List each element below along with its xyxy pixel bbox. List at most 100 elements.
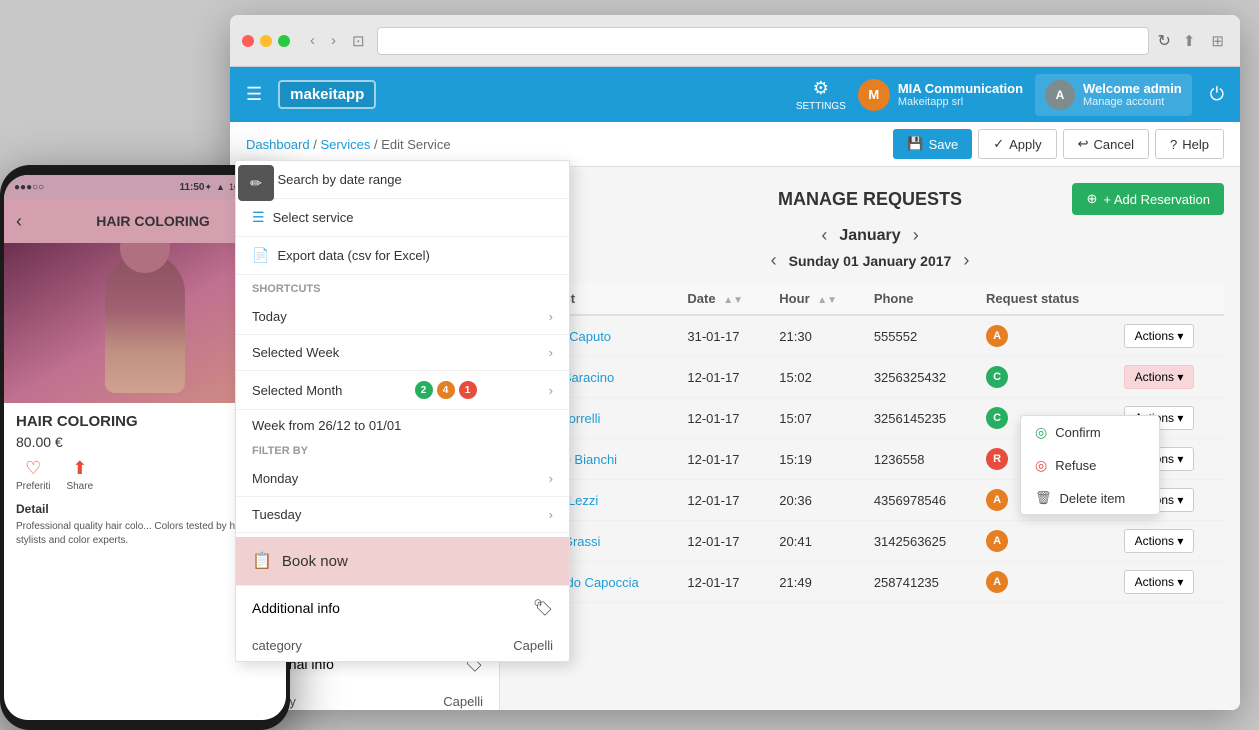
hour-cell: 20:41 [769, 521, 864, 562]
chevron-mon: › [549, 471, 553, 486]
user-account-button[interactable]: A Welcome admin Manage account [1035, 74, 1192, 116]
additional-info-panel: Additional info 🏷 [236, 585, 569, 630]
welcome-text: Welcome admin [1083, 81, 1182, 96]
add-reservation-button[interactable]: ⊕ + Add Reservation [1072, 183, 1224, 215]
settings-label: SETTINGS [796, 101, 846, 112]
actions-button-7[interactable]: Actions ▾ [1124, 570, 1195, 594]
help-button[interactable]: ? Help [1155, 129, 1224, 159]
confirm-item[interactable]: ◎ Confirm [1021, 416, 1159, 449]
mobile-tuesday[interactable]: Tuesday › [236, 497, 569, 533]
hamburger-menu[interactable]: ☰ [246, 84, 262, 105]
prev-month-button[interactable]: ‹ [821, 225, 827, 246]
mobile-today[interactable]: Today › [236, 299, 569, 335]
cancel-button[interactable]: ↩ Cancel [1063, 129, 1149, 159]
mobile-menu-export-label: Export data (csv for Excel) [277, 248, 429, 263]
refuse-item[interactable]: ◎ Refuse [1021, 449, 1159, 482]
col-hour: Hour ▲▼ [769, 283, 864, 315]
share-button[interactable]: ⬆ [1179, 28, 1200, 54]
share-label: Share [66, 481, 93, 492]
power-icon[interactable]: ⏻ [1210, 84, 1224, 105]
browser-titlebar: ‹ › ⊡ ↻ ⬆ ⊞ [230, 15, 1240, 67]
back-button[interactable]: ‹ [16, 211, 22, 232]
share-button[interactable]: ⬆ Share [66, 458, 93, 492]
date-cell: 12-01-17 [677, 562, 769, 603]
mobile-menu-export[interactable]: 📄 Export data (csv for Excel) [236, 237, 569, 275]
mobile-menu-panel: 📅 Search by date range ☰ Select service … [235, 160, 570, 662]
list-icon-m: ☰ [252, 209, 265, 226]
today-lbl: Today [252, 309, 287, 324]
hero-person-silhouette [105, 253, 185, 393]
phone-cell: 1236558 [864, 439, 976, 480]
trash-icon: 🗑 [1035, 490, 1052, 506]
category-val: Capelli [513, 638, 553, 653]
mobile-menu-search-date[interactable]: 📅 Search by date range [236, 161, 569, 199]
table-row: Paolo Saracino 12-01-17 15:02 3256325432… [516, 357, 1224, 398]
company-avatar: M [858, 79, 890, 111]
wifi-icon: ▲ [216, 182, 225, 192]
company-info: M MIA Communication Makeitapp srl [858, 79, 1023, 111]
table-row: Valerio Caputo 31-01-17 21:30 555552 A A… [516, 315, 1224, 357]
heart-icon: ♡ [25, 458, 41, 479]
next-day-button[interactable]: › [963, 250, 969, 271]
question-icon: ? [1170, 137, 1177, 152]
breadcrumb: Dashboard / Services / Edit Service [246, 137, 885, 152]
mobile-selected-month[interactable]: Selected Month 2 4 1 › [236, 371, 569, 410]
url-bar[interactable] [377, 27, 1150, 55]
book-icon-m: 📋 [252, 551, 272, 571]
status-cell: A [976, 315, 1114, 357]
actions-button-6[interactable]: Actions ▾ [1124, 529, 1195, 553]
breadcrumb-dashboard-link[interactable]: Dashboard [246, 137, 310, 152]
actions-button-2[interactable]: Actions ▾ [1124, 365, 1195, 389]
save-button[interactable]: 💾 Save [893, 129, 972, 159]
bluetooth-icon: ✦ [205, 182, 213, 193]
window-controls [242, 35, 290, 47]
confirm-label: Confirm [1055, 425, 1101, 440]
plus-icon: ⊕ [1086, 191, 1097, 207]
settings-button[interactable]: ⚙ SETTINGS [796, 78, 846, 112]
reload-button[interactable]: ↻ [1157, 31, 1170, 51]
close-button[interactable] [242, 35, 254, 47]
signal-area: ●●●○○ [14, 182, 179, 193]
col-date: Date ▲▼ [677, 283, 769, 315]
maximize-button[interactable] [278, 35, 290, 47]
table-body: Valerio Caputo 31-01-17 21:30 555552 A A… [516, 315, 1224, 603]
col-phone: Phone [864, 283, 976, 315]
mobile-menu-select-service[interactable]: ☰ Select service [236, 199, 569, 237]
next-month-button[interactable]: › [913, 225, 919, 246]
date-cell: 12-01-17 [677, 439, 769, 480]
back-nav-button[interactable]: ‹ [306, 28, 319, 53]
phone-cell: 4356978546 [864, 480, 976, 521]
hour-cell: 15:07 [769, 398, 864, 439]
tab-expand-button[interactable]: ⊡ [348, 28, 369, 54]
monday-lbl: Monday [252, 471, 298, 486]
book-now-panel[interactable]: 📋 Book now [236, 537, 569, 585]
mobile-selected-week[interactable]: Selected Week › [236, 335, 569, 371]
refuse-icon: ◎ [1035, 457, 1047, 474]
mobile-monday[interactable]: Monday › [236, 461, 569, 497]
favorite-button[interactable]: ♡ Preferiti [16, 458, 50, 492]
breadcrumb-services-link[interactable]: Services [320, 137, 370, 152]
mobile-shortcuts-section: Shortcuts [236, 275, 569, 299]
phone-cell: 258741235 [864, 562, 976, 603]
company-name: MIA Communication [898, 81, 1023, 96]
actions-button-1[interactable]: Actions ▾ [1124, 324, 1195, 348]
new-tab-button[interactable]: ⊞ [1207, 28, 1228, 54]
date-cell: 12-01-17 [677, 521, 769, 562]
selmonth-lbl: Selected Month [252, 383, 342, 398]
selweek-lbl: Selected Week [252, 345, 339, 360]
apply-button[interactable]: ✓ Apply [978, 129, 1056, 159]
edit-icon-badge[interactable]: ✏ [238, 165, 274, 201]
chevron-tue: › [549, 507, 553, 522]
brand-logo: makeitapp [278, 80, 376, 109]
tag-icon-m: 🏷 [533, 598, 553, 618]
chevron-month: › [549, 383, 553, 398]
forward-nav-button[interactable]: › [327, 28, 340, 53]
delete-item[interactable]: 🗑 Delete item [1021, 482, 1159, 514]
minimize-button[interactable] [260, 35, 272, 47]
prev-day-button[interactable]: ‹ [771, 250, 777, 271]
badge-orange-m: 4 [437, 381, 455, 399]
toolbar-buttons: 💾 Save ✓ Apply ↩ Cancel ? Help [893, 129, 1224, 159]
top-navigation: ☰ makeitapp ⚙ SETTINGS M MIA Communicati… [230, 67, 1240, 122]
status-cell: A [976, 521, 1114, 562]
signal-dots: ●●●○○ [14, 182, 44, 193]
